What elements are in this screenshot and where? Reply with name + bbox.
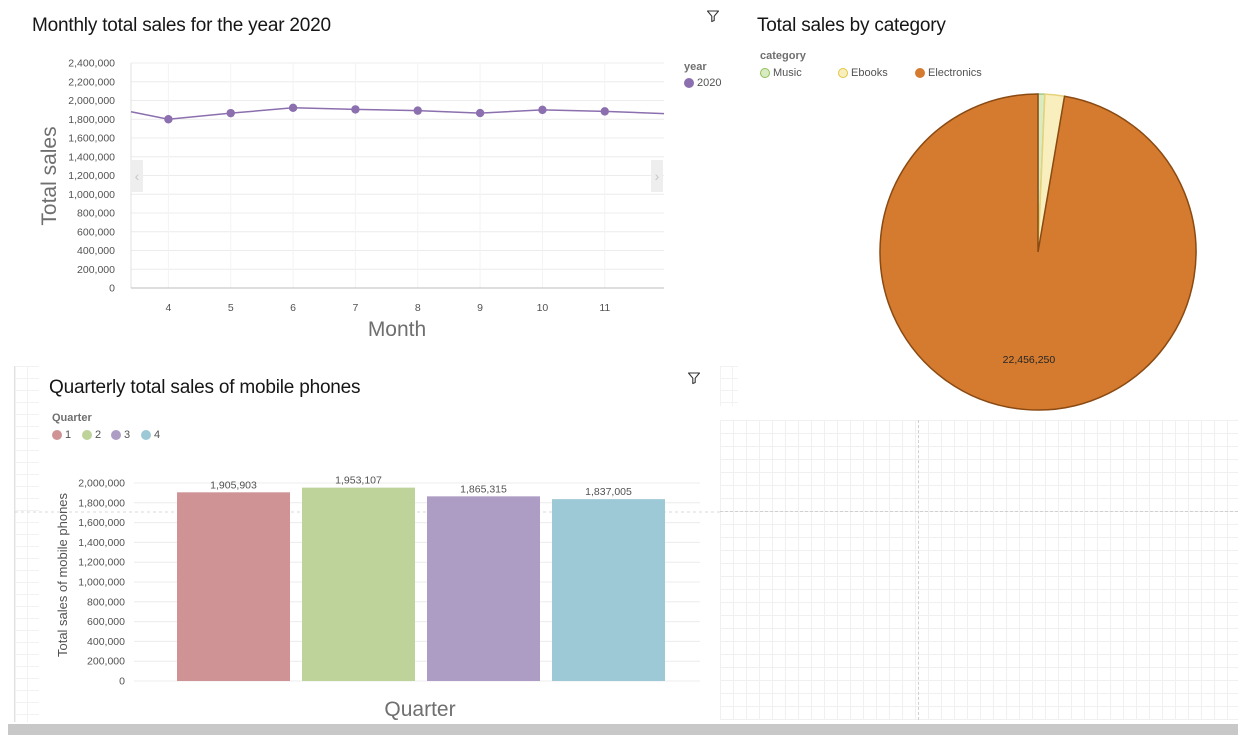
legend-swatch: [141, 430, 151, 440]
empty-canvas-grid[interactable]: [720, 420, 1238, 720]
line-point[interactable]: [164, 115, 173, 124]
x-tick-label: 6: [290, 302, 296, 314]
pie-legend-item-electronics[interactable]: Electronics: [915, 67, 982, 79]
line-point[interactable]: [351, 105, 360, 114]
y-tick-label: 2,000,000: [78, 478, 125, 490]
pie-legend-title: category: [760, 50, 806, 62]
y-tick-label: 200,000: [87, 656, 125, 668]
pie-legend-item-music[interactable]: Music: [760, 67, 802, 79]
line-chart: 0 200,000 400,000 600,000 800,000 1,000,000 1,…: [38, 58, 665, 341]
legend-swatch: [111, 430, 121, 440]
bar-data-label: 1,865,315: [460, 483, 507, 495]
y-tick-label: 1,200,000: [68, 170, 115, 182]
chart-scroll-right-icon[interactable]: ›: [651, 160, 663, 192]
y-tick-label: 0: [109, 283, 115, 295]
pie-chart-title: Total sales by category: [757, 15, 946, 36]
y-tick-label: 2,000,000: [68, 95, 115, 107]
chart-scroll-left-icon[interactable]: ‹: [131, 160, 143, 192]
line-series-2020: [130, 107, 665, 121]
y-tick-label: 2,200,000: [68, 76, 115, 88]
y-tick-label: 1,200,000: [78, 557, 125, 569]
bar-legend-label: 2: [95, 429, 102, 441]
filter-icon[interactable]: [706, 9, 720, 23]
canvas-guide-horizontal: [720, 511, 1238, 512]
x-tick-label: 7: [352, 302, 358, 314]
line-y-axis-label: Total sales: [38, 126, 61, 225]
y-tick-label: 2,400,000: [68, 58, 115, 70]
y-tick-label: 1,000,000: [78, 577, 125, 589]
legend-swatch: [838, 68, 848, 78]
legend-swatch: [760, 68, 770, 78]
pie-data-label: 22,456,250: [1003, 354, 1056, 366]
line-chart-title: Monthly total sales for the year 2020: [32, 15, 331, 36]
horizontal-scrollbar[interactable]: [8, 724, 1238, 735]
legend-swatch: [82, 430, 92, 440]
canvas-grid-top: [720, 366, 738, 406]
bar-legend-label: 1: [65, 429, 72, 441]
line-point[interactable]: [538, 105, 547, 115]
y-tick-label: 400,000: [77, 245, 115, 257]
pie-legend-label: Music: [773, 67, 802, 79]
x-tick-label: 11: [599, 302, 610, 314]
x-tick-label: 4: [165, 302, 171, 314]
bar-q4[interactable]: [552, 499, 665, 681]
bar-q2[interactable]: [302, 487, 415, 681]
y-tick-label: 1,600,000: [78, 517, 125, 529]
bar-legend-title: Quarter: [52, 412, 92, 424]
x-tick-label: 10: [537, 302, 549, 314]
bar-chart-title: Quarterly total sales of mobile phones: [49, 377, 361, 398]
bar-data-label: 1,837,005: [585, 486, 632, 498]
line-point[interactable]: [475, 108, 485, 118]
bar-legend-item-q4[interactable]: 4: [141, 429, 160, 441]
y-tick-label: 600,000: [87, 616, 125, 628]
y-tick-label: 600,000: [77, 226, 115, 238]
line-point[interactable]: [600, 107, 609, 116]
bar-legend-item-q2[interactable]: 2: [82, 429, 101, 441]
y-tick-label: 400,000: [87, 636, 125, 648]
y-tick-label: 800,000: [87, 596, 125, 608]
canvas-guide-vertical: [918, 420, 919, 720]
bar-data-label: 1,905,903: [210, 479, 257, 491]
pie-legend-label: Ebooks: [851, 67, 888, 79]
y-tick-label: 800,000: [77, 208, 115, 220]
line-point[interactable]: [288, 103, 298, 113]
y-tick-label: 0: [119, 676, 125, 688]
y-tick-label: 1,000,000: [68, 189, 115, 201]
x-tick-label: 9: [477, 302, 483, 314]
bar-legend-label: 3: [124, 429, 131, 441]
x-tick-label: 8: [415, 302, 421, 314]
bar-chart: 0 200,000 400,000 600,000 800,000 1,000,000 1,…: [15, 475, 720, 721]
y-tick-label: 200,000: [77, 264, 115, 276]
line-chart-gridlines: [130, 62, 664, 289]
bar-chart-bars: [177, 487, 665, 681]
y-tick-label: 1,800,000: [68, 114, 115, 126]
bar-x-axis-label: Quarter: [384, 698, 455, 721]
x-tick-label: 5: [228, 302, 234, 314]
legend-swatch: [52, 430, 62, 440]
line-x-axis-label: Month: [368, 318, 426, 341]
bar-q3[interactable]: [427, 496, 540, 681]
pie-legend-label: Electronics: [928, 67, 982, 79]
bar-data-label: 1,953,107: [335, 475, 382, 487]
line-point[interactable]: [226, 108, 235, 118]
y-tick-label: 1,400,000: [68, 151, 115, 163]
line-chart-y-tick-labels: 0 200,000 400,000 600,000 800,000 1,000,000 1,…: [68, 58, 115, 295]
bar-q1[interactable]: [177, 492, 290, 681]
bar-legend-label: 4: [154, 429, 161, 441]
filter-icon[interactable]: [687, 371, 701, 385]
bar-chart-y-tick-labels: 0 200,000 400,000 600,000 800,000 1,000,000 1,…: [78, 478, 125, 688]
y-tick-label: 1,800,000: [78, 497, 125, 509]
y-tick-label: 1,600,000: [68, 133, 115, 145]
legend-swatch: [915, 68, 925, 78]
scroll-corner: [0, 724, 8, 735]
pie-chart: 22,456,250: [879, 93, 1197, 411]
pie-legend-item-ebooks[interactable]: Ebooks: [838, 67, 888, 79]
y-tick-label: 1,400,000: [78, 537, 125, 549]
line-point[interactable]: [413, 106, 422, 115]
bar-legend-item-q1[interactable]: 1: [52, 429, 71, 441]
line-chart-x-tick-labels: 4 5 6 7 8 9 10 11: [165, 302, 610, 314]
bar-y-axis-label: Total sales of mobile phones: [55, 492, 70, 657]
bar-legend-item-q3[interactable]: 3: [111, 429, 130, 441]
pie-data-labels: 22,456,250: [1003, 354, 1056, 366]
